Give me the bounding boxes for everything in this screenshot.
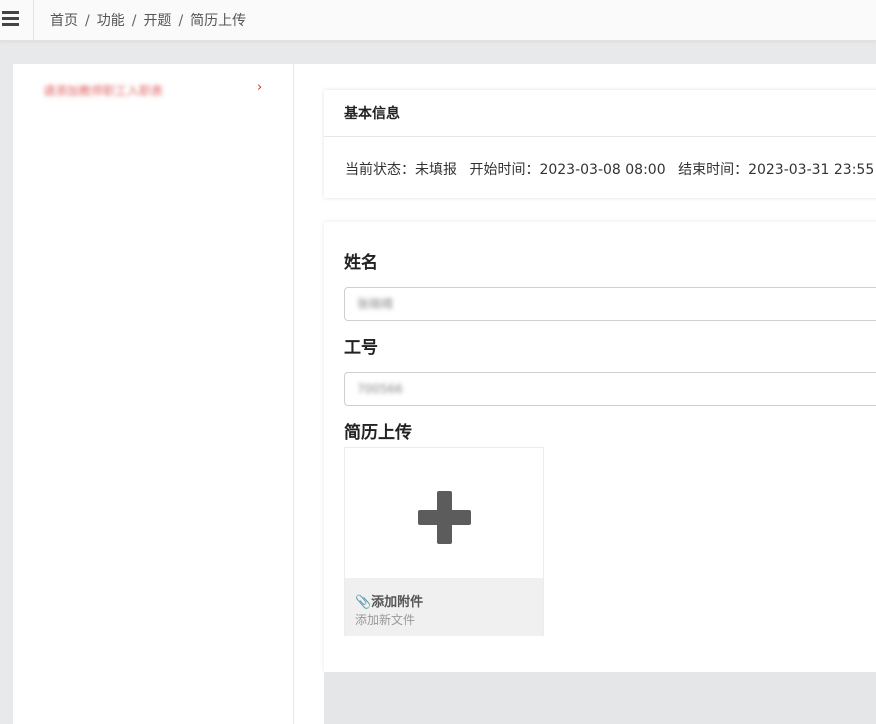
- start-value: 2023-03-08 08:00: [539, 162, 666, 178]
- start-label: 开始时间：: [469, 162, 540, 178]
- plus-icon: [418, 491, 471, 544]
- breadcrumb-home[interactable]: 首页: [50, 13, 78, 29]
- breadcrumb-function[interactable]: 功能: [97, 13, 125, 29]
- employee-id-value: 700566: [357, 382, 403, 396]
- breadcrumb-separator: /: [178, 13, 184, 29]
- basic-info-card: 基本信息 当前状态：未填报 开始时间：2023-03-08 08:00 结束时间…: [324, 90, 876, 198]
- end-value: 2023-03-31 23:55: [748, 162, 875, 178]
- name-value: 张晓晴: [357, 297, 394, 311]
- breadcrumb-separator: /: [85, 13, 90, 29]
- upload-title: 📎添加附件: [355, 595, 424, 610]
- resume-label: 简历上传: [344, 423, 412, 443]
- resume-form-card: 姓名 张晓晴 工号 700566 简历上传 📎添加附件 添加新文件: [324, 222, 876, 672]
- sidebar-item-label: 请添加教师职工入职表: [43, 84, 164, 98]
- end-label: 结束时间：: [678, 162, 749, 178]
- breadcrumb-proposal[interactable]: 开题: [143, 13, 171, 29]
- status-label: 当前状态：: [345, 162, 415, 178]
- card-title: 基本信息: [344, 106, 400, 122]
- start-time: 开始时间：2023-03-08 08:00: [469, 162, 665, 178]
- hamburger-menu-icon[interactable]: [0, 0, 34, 40]
- breadcrumb-separator: /: [131, 13, 137, 29]
- upload-subtitle: 添加新文件: [355, 613, 416, 627]
- end-time: 结束时间：2023-03-31 23:55: [678, 162, 874, 178]
- chevron-right-icon: ›: [257, 80, 263, 95]
- sidebar-item-form[interactable]: 请添加教师职工入职表 ›: [13, 78, 293, 102]
- breadcrumb-current: 简历上传: [190, 13, 247, 29]
- divider: [324, 136, 876, 137]
- status-text: 当前状态：未填报: [345, 162, 457, 178]
- sidebar: 请添加教师职工入职表 ›: [13, 64, 294, 724]
- breadcrumb: 首页 / 功能 / 开题 / 简历上传: [50, 10, 246, 30]
- name-label: 姓名: [344, 253, 378, 273]
- upload-footer: 📎添加附件 添加新文件: [345, 578, 543, 636]
- name-field[interactable]: 张晓晴: [344, 287, 876, 321]
- form-footer-area: [324, 672, 876, 724]
- main-content: 基本信息 当前状态：未填报 开始时间：2023-03-08 08:00 结束时间…: [294, 64, 876, 724]
- employee-id-field[interactable]: 700566: [344, 372, 876, 406]
- status-line: 当前状态：未填报 开始时间：2023-03-08 08:00 结束时间：2023…: [345, 159, 876, 179]
- top-bar: 首页 / 功能 / 开题 / 简历上传: [0, 0, 876, 41]
- id-label: 工号: [344, 338, 378, 358]
- status-value: 未填报: [415, 162, 457, 178]
- upload-attachment-button[interactable]: 📎添加附件 添加新文件: [344, 447, 544, 636]
